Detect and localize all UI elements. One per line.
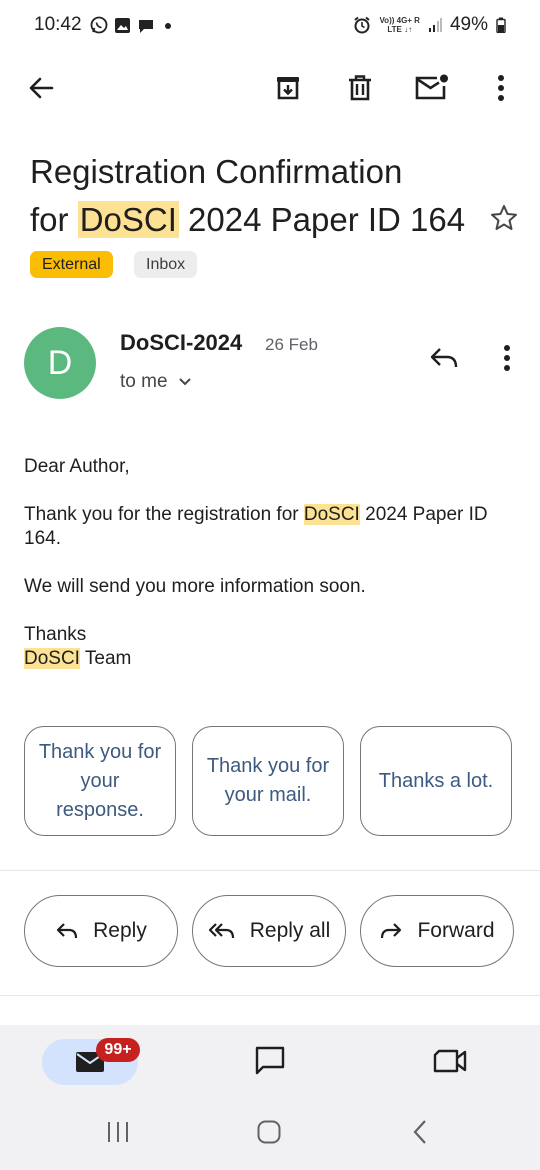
archive-button[interactable] xyxy=(266,66,310,110)
smart-reply-2[interactable]: Thank you for your mail. xyxy=(192,726,344,836)
chat-bubble-icon xyxy=(139,19,153,33)
subject-line2-prefix: for xyxy=(30,201,78,238)
gallery-icon xyxy=(115,17,130,33)
network-line2: LTE ↓↑ xyxy=(387,24,413,34)
chevron-down-icon xyxy=(178,378,191,386)
more-options-button[interactable] xyxy=(479,66,523,110)
whatsapp-icon xyxy=(90,16,108,34)
body-paragraph-1: Thank you for the registration for DoSCI… xyxy=(24,503,504,551)
signature: DoSCI Team xyxy=(24,647,504,671)
para1-prefix: Thank you for the registration for xyxy=(24,504,304,525)
delete-button[interactable] xyxy=(338,66,382,110)
recipient-details-toggle[interactable]: to me xyxy=(120,371,192,393)
para1-highlight: DoSCI xyxy=(303,504,360,525)
closing: Thanks xyxy=(24,624,87,645)
message-body: Dear Author, Thank you for the registrat… xyxy=(24,455,504,671)
divider xyxy=(0,870,540,871)
more-vert-icon xyxy=(504,345,510,371)
back-button[interactable] xyxy=(19,66,63,110)
chat-icon xyxy=(255,1046,285,1075)
smart-reply-3[interactable]: Thanks a lot. xyxy=(360,726,512,836)
trash-icon xyxy=(349,75,371,101)
dot-icon xyxy=(165,22,171,29)
reply-icon-button[interactable] xyxy=(422,336,466,380)
star-button[interactable] xyxy=(482,196,526,240)
star-outline-icon xyxy=(491,205,517,230)
reply-all-label: Reply all xyxy=(249,919,331,942)
network-line1: Vo)) 4G+ R xyxy=(379,15,420,25)
recent-apps-button[interactable] xyxy=(96,1110,140,1154)
signature-highlight: DoSCI xyxy=(24,648,80,669)
subject-line1: Registration Confirmation xyxy=(30,153,403,190)
reply-icon xyxy=(57,923,78,939)
divider xyxy=(0,995,540,996)
battery-icon xyxy=(496,17,506,33)
mark-unread-button[interactable] xyxy=(410,66,454,110)
sender-name[interactable]: DoSCI-2024 xyxy=(120,330,242,356)
recent-apps-icon xyxy=(108,1122,128,1142)
chevron-left-icon xyxy=(413,1120,426,1144)
message-date: 26 Feb xyxy=(265,335,318,354)
video-camera-icon xyxy=(433,1049,467,1073)
reply-all-icon xyxy=(208,923,234,939)
home-icon xyxy=(257,1120,281,1144)
forward-label: Forward xyxy=(417,919,495,942)
reply-button[interactable]: Reply xyxy=(24,895,178,967)
reply-label: Reply xyxy=(93,919,147,942)
notification-icons xyxy=(90,16,175,34)
battery-percent: 49% xyxy=(449,14,488,35)
reply-icon xyxy=(430,348,458,368)
subject-highlight: DoSCI xyxy=(77,201,179,238)
subject-line2: for DoSCI 2024 Paper ID 164 xyxy=(30,196,470,244)
sender-avatar[interactable]: D xyxy=(24,327,96,399)
subject-line2-suffix: 2024 Paper ID 164 xyxy=(178,201,466,238)
home-button[interactable] xyxy=(247,1110,291,1154)
recipient-text: to me xyxy=(120,371,168,392)
status-time: 10:42 xyxy=(34,14,82,35)
network-indicator: Vo)) 4G+ R LTE ↓↑ xyxy=(379,15,420,34)
email-subject: Registration Confirmation for DoSCI 2024… xyxy=(30,148,470,244)
mail-unread-icon xyxy=(415,74,448,100)
unread-badge: 99+ xyxy=(96,1038,140,1062)
label-external[interactable]: External xyxy=(30,251,113,278)
forward-button[interactable]: Forward xyxy=(360,895,514,967)
smart-reply-1[interactable]: Thank you for your response. xyxy=(24,726,176,836)
nav-chat[interactable] xyxy=(248,1039,292,1083)
more-vert-icon xyxy=(498,75,504,101)
nav-meet[interactable] xyxy=(428,1039,472,1083)
signature-suffix: Team xyxy=(79,648,132,669)
message-more-button[interactable] xyxy=(485,336,529,380)
greeting: Dear Author, xyxy=(24,456,130,477)
body-paragraph-2: We will send you more information soon. xyxy=(24,576,366,597)
signal-icon xyxy=(428,18,442,32)
label-inbox[interactable]: Inbox xyxy=(134,251,198,278)
archive-icon xyxy=(277,77,299,100)
status-right: Vo)) 4G+ R LTE ↓↑ 49% xyxy=(353,14,506,36)
system-back-button[interactable] xyxy=(398,1110,442,1154)
alarm-icon xyxy=(354,16,371,34)
forward-icon xyxy=(381,923,402,939)
reply-all-button[interactable]: Reply all xyxy=(192,895,346,967)
arrow-left-icon xyxy=(29,77,54,99)
